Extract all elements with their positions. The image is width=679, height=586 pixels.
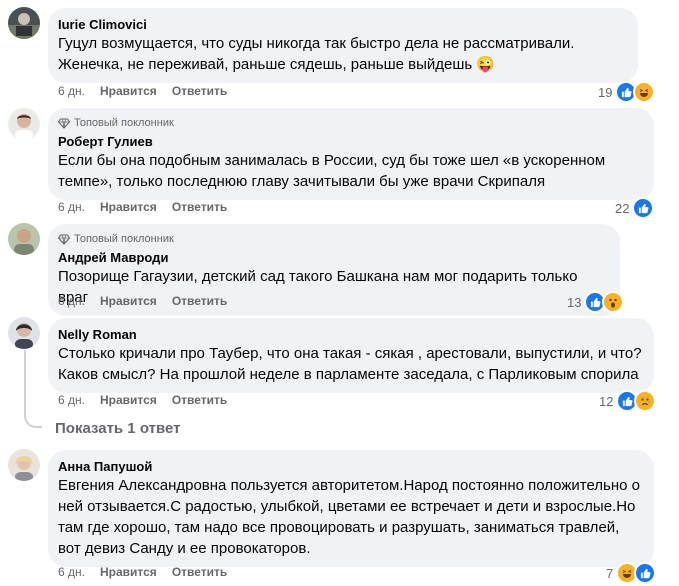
comment-author[interactable]: Роберт Гулиев [58, 133, 642, 150]
diamond-icon [58, 117, 70, 129]
like-icon [634, 562, 657, 584]
thread-connector [24, 414, 42, 428]
sad-icon [634, 390, 657, 412]
comment-time[interactable]: 6 дн. [58, 393, 85, 407]
reaction-count: 12 [599, 393, 614, 409]
comment-bubble: Nelly Roman Столько кричали про Таубер, … [48, 318, 654, 393]
reaction-summary[interactable]: 12 [599, 390, 657, 412]
reaction-summary[interactable]: 22 [615, 197, 655, 219]
comment-actions: 6 дн. Нравится Ответить [58, 84, 227, 98]
reply-button[interactable]: Ответить [172, 294, 227, 308]
comment-actions: 6 дн. Нравится Ответить [58, 393, 227, 407]
comment-author[interactable]: Анна Папушой [58, 458, 642, 475]
diamond-icon [58, 233, 70, 245]
like-button[interactable]: Нравится [100, 84, 157, 98]
comment-actions: 6 дн. Нравится Ответить [58, 200, 227, 214]
comment: Анна Папушой Евгения Александровна польз… [0, 446, 679, 586]
comment-time[interactable]: 6 дн. [58, 565, 85, 579]
comment-author[interactable]: Nelly Roman [58, 326, 642, 343]
comment: Топовый поклонник Андрей Мавроди Позорищ… [0, 220, 679, 316]
comment-time[interactable]: 6 дн. [58, 294, 85, 308]
avatar[interactable] [8, 7, 40, 39]
comment-bubble: Топовый поклонник Роберт Гулиев Если бы … [48, 108, 654, 200]
comment-bubble: Анна Папушой Евгения Александровна польз… [48, 450, 654, 567]
reaction-summary[interactable]: 7 [606, 562, 657, 584]
top-fan-badge[interactable]: Топовый поклонник [58, 232, 608, 246]
badge-label: Топовый поклонник [74, 117, 174, 129]
reaction-count: 13 [567, 294, 582, 310]
reply-button[interactable]: Ответить [172, 565, 227, 579]
reply-button[interactable]: Ответить [172, 200, 227, 214]
reply-button[interactable]: Ответить [172, 393, 227, 407]
like-button[interactable]: Нравится [100, 200, 157, 214]
comment-actions: 6 дн. Нравится Ответить [58, 565, 227, 579]
comment-author[interactable]: Андрей Мавроди [58, 249, 608, 266]
like-button[interactable]: Нравится [100, 393, 157, 407]
wow-icon [602, 291, 625, 313]
avatar[interactable] [8, 449, 40, 481]
comment: Iurie Climovici Гуцул возмущается, что с… [0, 0, 679, 104]
like-button[interactable]: Нравится [100, 565, 157, 579]
badge-label: Топовый поклонник [74, 233, 174, 245]
reaction-count: 22 [615, 200, 630, 216]
comment-text: Столько кричали про Таубер, что она така… [58, 345, 642, 383]
comment-text: Евгения Александровна пользуется авторит… [58, 477, 641, 557]
avatar[interactable] [8, 108, 40, 140]
avatar[interactable] [8, 223, 40, 255]
reaction-count: 7 [606, 565, 614, 581]
avatar[interactable] [8, 317, 40, 349]
reply-button[interactable]: Ответить [172, 84, 227, 98]
comment-text: Гуцул возмущается, что суды никогда так … [58, 35, 575, 73]
comment-author[interactable]: Iurie Climovici [58, 16, 626, 33]
comment: Топовый поклонник Роберт Гулиев Если бы … [0, 104, 679, 220]
comment-text: Если бы она подобным занималась в России… [58, 152, 606, 190]
comment-time[interactable]: 6 дн. [58, 200, 85, 214]
like-button[interactable]: Нравится [100, 294, 157, 308]
top-fan-badge[interactable]: Топовый поклонник [58, 116, 642, 130]
reaction-summary[interactable]: 13 [567, 291, 625, 313]
comment-bubble: Iurie Climovici Гуцул возмущается, что с… [48, 8, 638, 83]
like-icon [632, 197, 655, 219]
comment-time[interactable]: 6 дн. [58, 84, 85, 98]
comment-actions: 6 дн. Нравится Ответить [58, 294, 227, 308]
show-replies-link[interactable]: Показать 1 ответ [55, 420, 180, 437]
reaction-summary[interactable]: 19 [598, 81, 656, 103]
haha-icon [633, 81, 656, 103]
reaction-count: 19 [598, 84, 613, 100]
comment: Nelly Roman Столько кричали про Таубер, … [0, 314, 679, 414]
thread-line [24, 350, 26, 416]
